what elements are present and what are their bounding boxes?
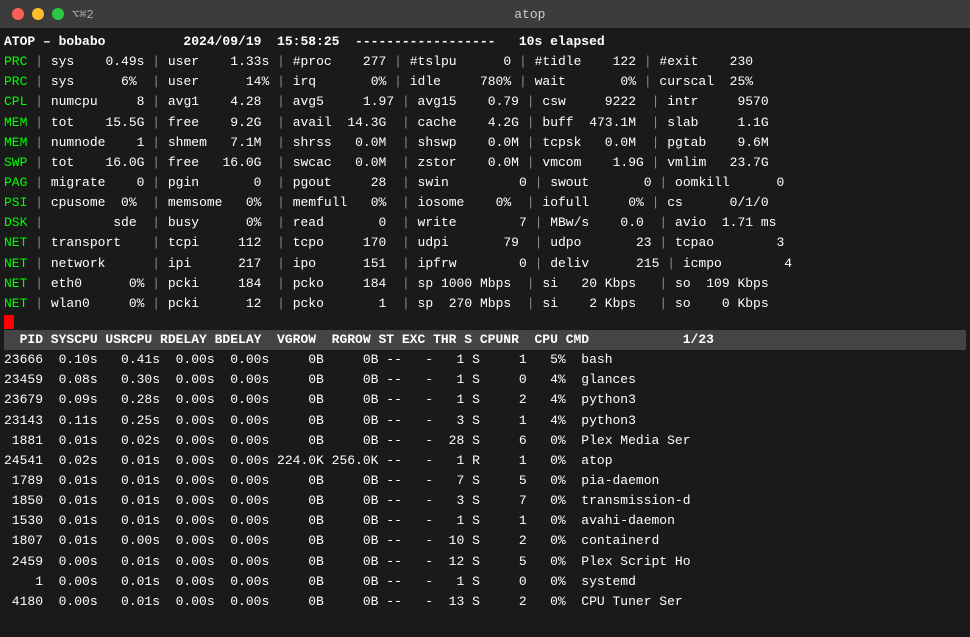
process-row-3[interactable]: 23143 0.11s 0.25s 0.00s 0.00s 0B 0B -- -… xyxy=(4,411,966,431)
system-line-0: PRC | sys 0.49s | user 1.33s | #proc 277… xyxy=(4,52,966,72)
close-button[interactable] xyxy=(12,8,24,20)
system-line-1: PRC | sys 6% | user 14% | irq 0% | idle … xyxy=(4,72,966,92)
window-title: atop xyxy=(102,7,958,22)
process-row-0[interactable]: 23666 0.10s 0.41s 0.00s 0.00s 0B 0B -- -… xyxy=(4,350,966,370)
process-row-5[interactable]: 24541 0.02s 0.01s 0.00s 0.00s 224.0K 256… xyxy=(4,451,966,471)
atop-header-line: ATOP – bobabo 2024/09/19 15:58:25 ------… xyxy=(4,32,966,52)
system-line-9: NET | transport | tcpi 112 | tcpo 170 | … xyxy=(4,233,966,253)
process-row-11[interactable]: 1 0.00s 0.01s 0.00s 0.00s 0B 0B -- - 1 S… xyxy=(4,572,966,592)
system-line-8: DSK | sde | busy 0% | read 0 | write 7 |… xyxy=(4,213,966,233)
process-table-body: 23666 0.10s 0.41s 0.00s 0.00s 0B 0B -- -… xyxy=(4,350,966,612)
system-line-10: NET | network | ipi 217 | ipo 151 | ipfr… xyxy=(4,254,966,274)
process-row-2[interactable]: 23679 0.09s 0.28s 0.00s 0.00s 0B 0B -- -… xyxy=(4,390,966,410)
red-indicator xyxy=(4,315,14,329)
system-line-12: NET | wlan0 0% | pcki 12 | pcko 1 | sp 2… xyxy=(4,294,966,314)
process-row-4[interactable]: 1881 0.01s 0.02s 0.00s 0.00s 0B 0B -- - … xyxy=(4,431,966,451)
titlebar: ⌥⌘2 atop xyxy=(0,0,970,28)
terminal-output[interactable]: ATOP – bobabo 2024/09/19 15:58:25 ------… xyxy=(0,28,970,616)
minimize-button[interactable] xyxy=(32,8,44,20)
system-line-3: MEM | tot 15.5G | free 9.2G | avail 14.3… xyxy=(4,113,966,133)
system-line-11: NET | eth0 0% | pcki 184 | pcko 184 | sp… xyxy=(4,274,966,294)
process-row-12[interactable]: 4180 0.00s 0.01s 0.00s 0.00s 0B 0B -- - … xyxy=(4,592,966,612)
process-row-1[interactable]: 23459 0.08s 0.30s 0.00s 0.00s 0B 0B -- -… xyxy=(4,370,966,390)
system-line-6: PAG | migrate 0 | pgin 0 | pgout 28 | sw… xyxy=(4,173,966,193)
process-row-9[interactable]: 1807 0.01s 0.00s 0.00s 0.00s 0B 0B -- - … xyxy=(4,531,966,551)
system-info-section: PRC | sys 0.49s | user 1.33s | #proc 277… xyxy=(4,52,966,314)
red-indicator-row xyxy=(4,315,966,329)
process-row-8[interactable]: 1530 0.01s 0.01s 0.00s 0.00s 0B 0B -- - … xyxy=(4,511,966,531)
system-line-7: PSI | cpusome 0% | memsome 0% | memfull … xyxy=(4,193,966,213)
maximize-button[interactable] xyxy=(52,8,64,20)
system-line-2: CPL | numcpu 8 | avg1 4.28 | avg5 1.97 |… xyxy=(4,92,966,112)
process-row-10[interactable]: 2459 0.00s 0.01s 0.00s 0.00s 0B 0B -- - … xyxy=(4,552,966,572)
system-line-4: MEM | numnode 1 | shmem 7.1M | shrss 0.0… xyxy=(4,133,966,153)
process-table-header: PID SYSCPU USRCPU RDELAY BDELAY VGROW RG… xyxy=(4,330,966,350)
keyboard-shortcut: ⌥⌘2 xyxy=(72,7,94,22)
system-line-5: SWP | tot 16.0G | free 16.0G | swcac 0.0… xyxy=(4,153,966,173)
process-row-7[interactable]: 1850 0.01s 0.01s 0.00s 0.00s 0B 0B -- - … xyxy=(4,491,966,511)
process-row-6[interactable]: 1789 0.01s 0.01s 0.00s 0.00s 0B 0B -- - … xyxy=(4,471,966,491)
